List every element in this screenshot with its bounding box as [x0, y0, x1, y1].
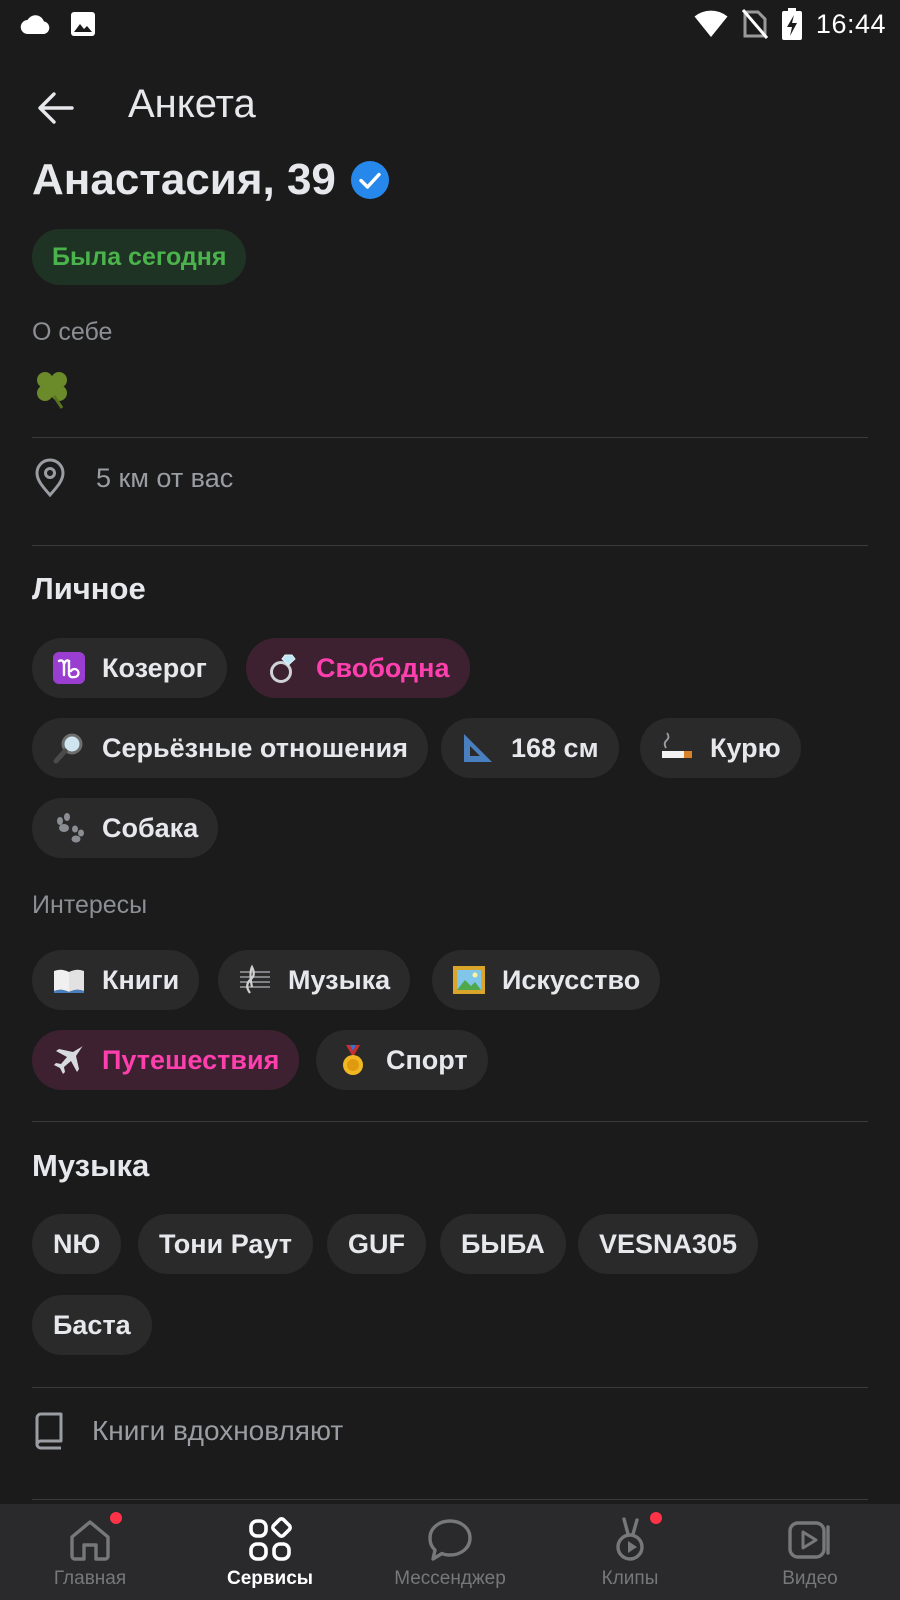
divider — [32, 545, 868, 546]
tab-messenger[interactable]: Мессенджер — [360, 1504, 540, 1600]
services-grid-icon — [249, 1517, 292, 1561]
chip-zodiac[interactable]: Козерог — [32, 638, 227, 698]
divider — [32, 1121, 868, 1122]
chip-label: Спорт — [386, 1044, 468, 1075]
chip-smoking[interactable]: Курю — [640, 718, 801, 778]
status-bar: 16:44 — [0, 0, 900, 50]
chat-bubble-icon — [428, 1519, 472, 1561]
back-button[interactable] — [30, 82, 82, 134]
tab-services[interactable]: Сервисы — [180, 1504, 360, 1600]
divider — [32, 1387, 868, 1388]
location-pin-icon — [35, 458, 65, 498]
video-play-icon — [788, 1521, 830, 1559]
notification-dot — [110, 1512, 122, 1524]
triangle-ruler-icon — [464, 734, 492, 762]
book-outline-icon — [35, 1412, 63, 1450]
status-time: 16:44 — [815, 8, 886, 39]
books-text: Книги вдохновляют — [92, 1415, 344, 1446]
section-title-personal: Личное — [32, 571, 146, 606]
tab-label: Главная — [53, 1568, 127, 1589]
chip-artist[interactable]: VESNA305 — [578, 1214, 759, 1274]
tab-label: Сервисы — [226, 1568, 314, 1589]
chip-goal[interactable]: Серьёзные отношения — [32, 718, 428, 778]
distance-text: 5 км от вас — [96, 462, 234, 493]
divider — [32, 437, 868, 438]
music-score-icon — [240, 964, 270, 994]
cigarette-icon — [662, 732, 692, 758]
tab-video[interactable]: Видео — [720, 1504, 900, 1600]
profile-name: Анастасия, 39 — [32, 155, 336, 204]
battery-charging-icon — [781, 8, 802, 40]
capricorn-icon — [53, 652, 85, 684]
chip-label: Книги — [102, 964, 180, 995]
chip-label: Музыка — [288, 964, 391, 995]
interests-label: Интересы — [32, 891, 148, 919]
wifi-icon — [694, 10, 728, 37]
books-row[interactable]: Книги вдохновляют — [32, 1412, 343, 1450]
chip-interest-art[interactable]: Искусство — [432, 950, 661, 1010]
chip-label: Путешествия — [102, 1044, 280, 1075]
chip-label: Козерог — [102, 652, 207, 683]
chip-height[interactable]: 168 см — [441, 718, 619, 778]
about-label: О себе — [32, 318, 113, 346]
chip-relationship-status[interactable]: Свободна — [246, 638, 470, 698]
tab-label: Клипы — [601, 1568, 659, 1589]
tab-label: Мессенджер — [394, 1568, 506, 1589]
location-row: 5 км от вас — [32, 458, 233, 498]
picture-icon — [453, 966, 485, 994]
image-icon — [71, 12, 95, 36]
tab-clips[interactable]: Клипы — [540, 1504, 720, 1600]
chip-interest-travel[interactable]: Путешествия — [32, 1030, 300, 1090]
profile-name-row: Анастасия, 39 — [32, 155, 390, 205]
divider — [32, 1499, 868, 1500]
bottom-tab-bar: Главная Сервисы Мессенджер Клипы Видео — [0, 1504, 900, 1600]
chip-interest-music[interactable]: Музыка — [218, 950, 411, 1010]
verified-check-icon[interactable] — [350, 160, 390, 200]
tab-home[interactable]: Главная — [0, 1504, 180, 1600]
airplane-icon — [54, 1046, 83, 1074]
magnifier-icon — [53, 733, 83, 764]
clips-icon — [616, 1517, 644, 1561]
medal-icon — [343, 1045, 363, 1075]
page-title: Анкета — [128, 82, 256, 126]
online-status-badge: Была сегодня — [32, 229, 247, 285]
chip-artist[interactable]: NЮ — [32, 1214, 122, 1274]
chip-label: Курю — [710, 732, 781, 763]
chip-label: Искусство — [502, 964, 641, 995]
chip-artist[interactable]: GUF — [327, 1214, 426, 1274]
chip-artist[interactable]: Баста — [32, 1295, 152, 1355]
chip-interest-books[interactable]: Книги — [32, 950, 200, 1010]
cloud-icon — [20, 15, 50, 35]
no-sim-icon — [741, 9, 768, 39]
chip-label: Серьёзные отношения — [102, 732, 408, 763]
notification-dot — [650, 1512, 662, 1524]
top-app-bar: Анкета — [0, 70, 900, 140]
book-icon — [54, 969, 84, 993]
home-icon — [70, 1520, 110, 1561]
chip-label: Свободна — [316, 652, 450, 683]
four-leaf-clover-icon — [37, 372, 67, 409]
chip-label: Собака — [102, 812, 199, 843]
paw-icon — [57, 813, 84, 843]
chip-artist[interactable]: Тони Раут — [138, 1214, 313, 1274]
arrow-left-icon — [38, 92, 74, 124]
chip-artist[interactable]: БЫБА — [440, 1214, 566, 1274]
chip-pets[interactable]: Собака — [32, 798, 219, 858]
section-title-music: Музыка — [32, 1148, 150, 1183]
chip-interest-sport[interactable]: Спорт — [316, 1030, 488, 1090]
chip-label: 168 см — [511, 732, 599, 763]
ring-icon — [270, 654, 296, 683]
tab-label: Видео — [782, 1568, 838, 1589]
